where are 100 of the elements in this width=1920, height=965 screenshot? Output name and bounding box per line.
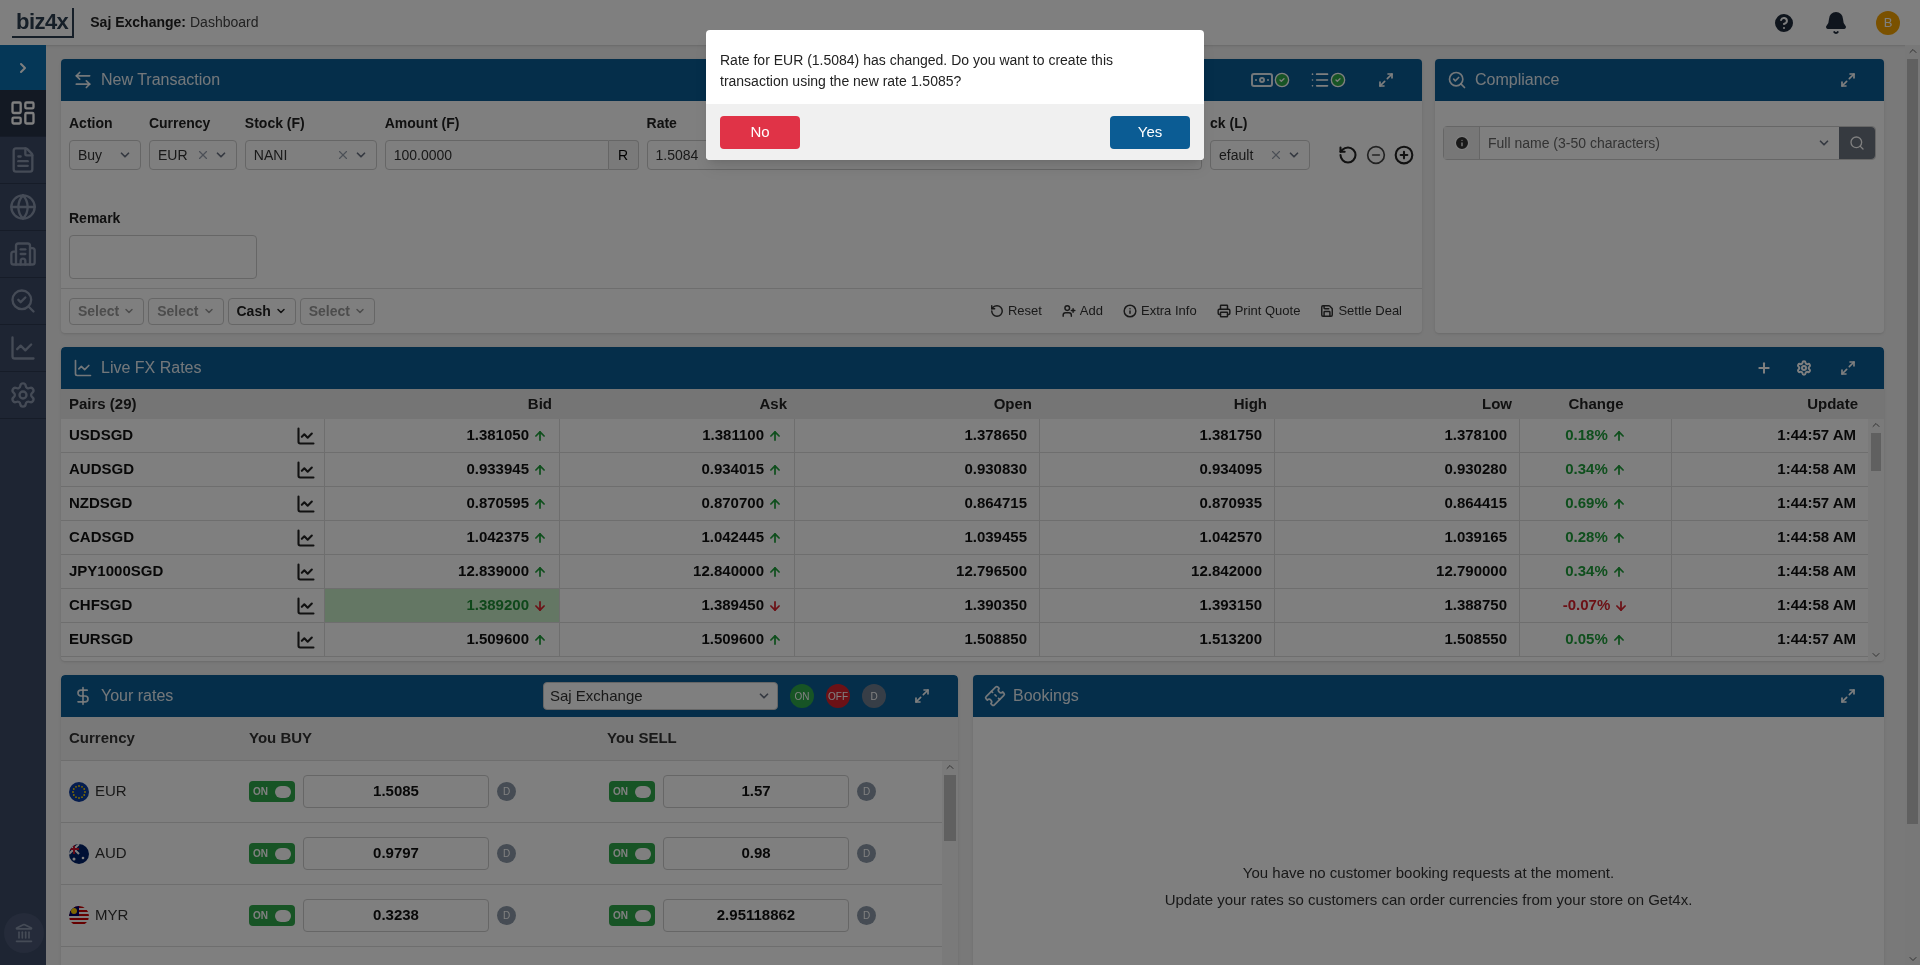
change-cell: 0.34% bbox=[1520, 555, 1672, 588]
scrollbar[interactable] bbox=[1868, 419, 1884, 661]
open-cell: 1.378650 bbox=[795, 419, 1040, 452]
status-toggle[interactable]: D bbox=[862, 684, 886, 708]
buy-rate-field[interactable]: 0.9797 bbox=[303, 837, 489, 870]
rate-row[interactable]: AUDSGD 0.933945 0.934015 0.930830 0.934095 0.930280 0.34% 1:44:58 AM bbox=[61, 453, 1868, 487]
sell-rate-field[interactable]: 0.98 bbox=[663, 837, 849, 870]
transfer-icon bbox=[73, 70, 93, 90]
store-select[interactable]: Saj Exchange bbox=[543, 682, 778, 710]
chart-icon[interactable] bbox=[296, 493, 316, 514]
expand-icon[interactable] bbox=[1378, 72, 1394, 88]
buy-rate-field[interactable]: 0.3238 bbox=[303, 899, 489, 932]
pair-name: USDSGD bbox=[69, 425, 135, 446]
chart-icon[interactable] bbox=[296, 425, 316, 446]
open-cell: 1.039455 bbox=[795, 521, 1040, 554]
amount-suffix[interactable]: R bbox=[608, 140, 639, 170]
column-header[interactable]: Change bbox=[1520, 392, 1672, 416]
expand-icon[interactable] bbox=[1840, 688, 1856, 704]
building-icon bbox=[9, 240, 37, 268]
low-cell: 1.378100 bbox=[1275, 419, 1520, 452]
chart-icon[interactable] bbox=[296, 629, 316, 650]
sidebar-item[interactable] bbox=[0, 90, 46, 137]
buy-rate-field[interactable]: 1.5085 bbox=[303, 775, 489, 808]
page-title: Dashboard bbox=[190, 13, 259, 32]
rate-row[interactable]: EURSGD 1.509600 1.509600 1.508850 1.513200 1.508550 0.05% 1:44:57 AM bbox=[61, 623, 1868, 657]
open-cell: 0.930830 bbox=[795, 453, 1040, 486]
chart-icon[interactable] bbox=[296, 527, 316, 548]
column-header[interactable]: High bbox=[1040, 392, 1275, 416]
field-label: Amount (F) bbox=[384, 114, 460, 133]
select-field[interactable]: efault bbox=[1210, 140, 1310, 170]
toggle-switch[interactable]: ON bbox=[609, 905, 655, 926]
search-button[interactable] bbox=[1839, 127, 1875, 159]
column-header[interactable]: Low bbox=[1275, 392, 1520, 416]
chart-icon[interactable] bbox=[296, 595, 316, 616]
chart-icon bbox=[9, 334, 37, 362]
chart-icon[interactable] bbox=[296, 561, 316, 582]
scrollbar-thumb[interactable] bbox=[1907, 59, 1918, 824]
rate-row[interactable]: NZDSGD 0.870595 0.870700 0.864715 0.870935 0.864415 0.69% 1:44:57 AM bbox=[61, 487, 1868, 521]
pair-name: JPY1000SGD bbox=[69, 561, 165, 582]
minus-icon[interactable] bbox=[1366, 145, 1386, 165]
plus-icon[interactable] bbox=[1394, 145, 1414, 165]
sidebar-toggle[interactable] bbox=[0, 45, 46, 90]
search-check-icon bbox=[1447, 70, 1467, 90]
column-header[interactable]: Ask bbox=[560, 392, 795, 416]
clear-icon[interactable] bbox=[1269, 148, 1283, 162]
settings-icon[interactable] bbox=[1796, 360, 1812, 376]
logo[interactable]: biz4x bbox=[12, 7, 75, 38]
bid-cell: 0.933945 bbox=[325, 453, 560, 486]
select-field[interactable]: NANI bbox=[244, 140, 377, 170]
status-toggle[interactable]: ON bbox=[790, 684, 814, 708]
bid-cell: 1.389200 bbox=[325, 589, 560, 622]
ask-cell: 1.042445 bbox=[560, 521, 795, 554]
scrollbar[interactable] bbox=[942, 761, 958, 965]
rate-row[interactable]: USDSGD 1.381050 1.381100 1.378650 1.381750 1.378100 0.18% 1:44:57 AM bbox=[61, 419, 1868, 453]
high-cell: 0.870935 bbox=[1040, 487, 1275, 520]
no-button[interactable]: No bbox=[720, 115, 800, 149]
toggle-switch[interactable]: ON bbox=[249, 905, 295, 926]
action-link[interactable]: Add bbox=[1061, 301, 1103, 321]
rate-row[interactable]: CHFSGD 1.389200 1.389450 1.390350 1.393150 1.388750 -0.07% 1:44:58 AM bbox=[61, 589, 1868, 623]
sell-rate-field[interactable]: 2.95118862 bbox=[663, 899, 849, 932]
toggle-switch[interactable]: ON bbox=[249, 781, 295, 802]
action-link[interactable]: Settle Deal bbox=[1320, 301, 1402, 321]
expand-icon[interactable] bbox=[1840, 72, 1856, 88]
plus-icon[interactable] bbox=[1756, 360, 1772, 376]
action-link[interactable]: Extra Info bbox=[1123, 301, 1197, 321]
bell-icon[interactable] bbox=[1824, 10, 1848, 35]
field-label: Remark bbox=[69, 209, 121, 228]
yes-button[interactable]: Yes bbox=[1110, 115, 1190, 149]
floating-button[interactable] bbox=[4, 913, 44, 953]
check-icon bbox=[1274, 72, 1290, 88]
expand-icon[interactable] bbox=[1840, 360, 1856, 376]
chart-icon[interactable] bbox=[296, 459, 316, 480]
scrollbar-thumb[interactable] bbox=[944, 775, 956, 841]
column-header[interactable]: Pairs (29) bbox=[61, 392, 325, 416]
change-cell: 0.69% bbox=[1520, 487, 1672, 520]
search-check-icon bbox=[9, 287, 37, 315]
search-field[interactable]: Full name (3-50 characters) bbox=[1443, 126, 1876, 160]
toggle-switch[interactable]: ON bbox=[609, 843, 655, 864]
remark-field[interactable] bbox=[69, 235, 257, 279]
scrollbar-thumb[interactable] bbox=[1871, 433, 1881, 471]
dropdown-button[interactable]: Cash bbox=[227, 297, 296, 325]
column-header[interactable]: Update bbox=[1672, 392, 1866, 416]
column-header[interactable]: Open bbox=[795, 392, 1040, 416]
action-link[interactable]: Reset bbox=[989, 301, 1042, 321]
action-link[interactable]: Print Quote bbox=[1216, 301, 1301, 321]
column-header: You BUY bbox=[249, 728, 313, 749]
select-field[interactable]: Buy bbox=[69, 140, 141, 170]
sell-rate-field[interactable]: 1.57 bbox=[663, 775, 849, 808]
select-field[interactable]: EUR bbox=[148, 140, 237, 170]
rate-row[interactable]: CADSGD 1.042375 1.042445 1.039455 1.042570 1.039165 0.28% 1:44:58 AM bbox=[61, 521, 1868, 555]
toggle-switch[interactable]: ON bbox=[249, 843, 295, 864]
currency-code: AUD bbox=[95, 843, 127, 864]
expand-icon[interactable] bbox=[914, 688, 930, 704]
amount-field[interactable]: 100.0000 bbox=[384, 140, 609, 170]
status-toggle[interactable]: OFF bbox=[826, 684, 850, 708]
reset-icon[interactable] bbox=[1338, 145, 1358, 165]
toggle-switch[interactable]: ON bbox=[609, 781, 655, 802]
column-header[interactable]: Bid bbox=[325, 392, 560, 416]
company-name: Saj Exchange: bbox=[90, 13, 186, 32]
chart-icon bbox=[73, 358, 93, 378]
